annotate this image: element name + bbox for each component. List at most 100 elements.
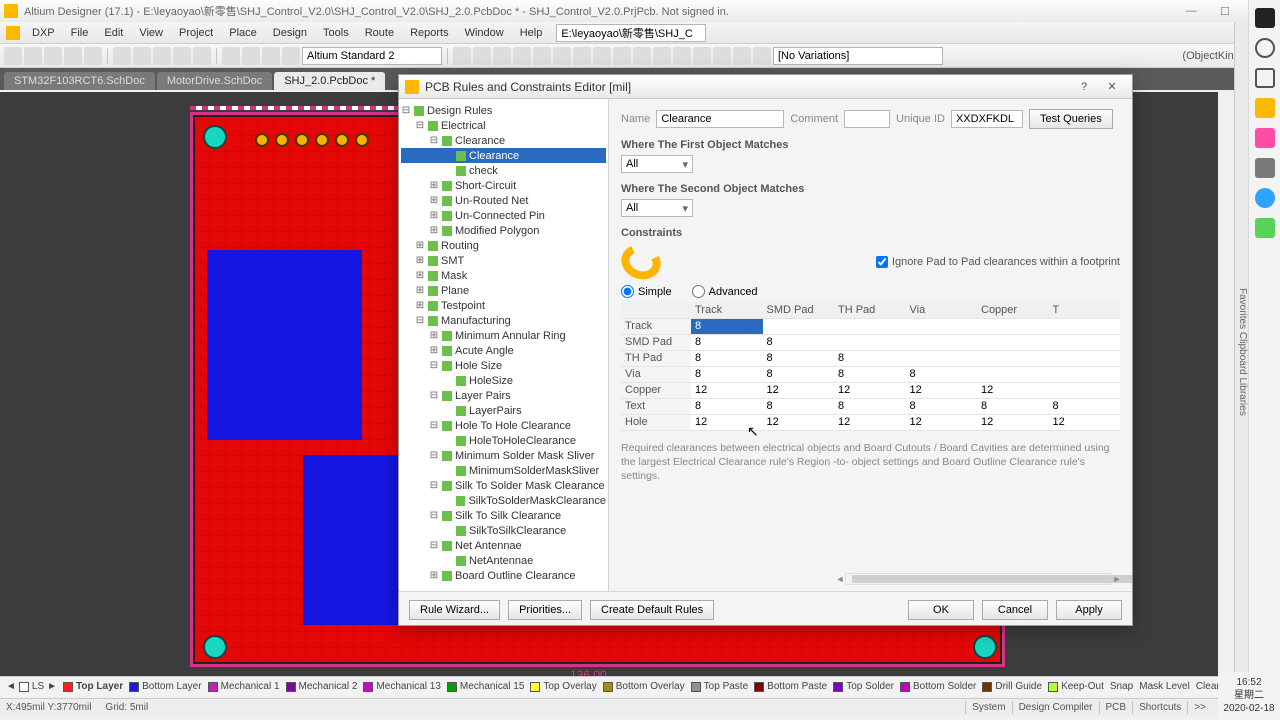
- clearance-cell[interactable]: [1049, 350, 1121, 366]
- tree-node[interactable]: LayerPairs: [401, 403, 606, 418]
- uid-input[interactable]: [951, 110, 1023, 128]
- toolbar-btn2-6[interactable]: [573, 47, 591, 65]
- layer-item[interactable]: Bottom Paste: [754, 681, 827, 692]
- status-button[interactable]: System: [965, 701, 1011, 714]
- menu-design[interactable]: Design: [265, 25, 315, 41]
- app-icon-1[interactable]: [1255, 128, 1275, 148]
- clearance-cell[interactable]: 12: [691, 382, 763, 398]
- altium-icon[interactable]: [1255, 98, 1275, 118]
- rule-wizard-button[interactable]: Rule Wizard...: [409, 600, 500, 620]
- toolbar-btn-11[interactable]: [242, 47, 260, 65]
- layer-bar[interactable]: ◄LS► Top Layer Bottom Layer Mechanical 1 Mec…: [0, 676, 1218, 696]
- win-start-icon[interactable]: [1255, 8, 1275, 28]
- col-header[interactable]: Track: [691, 302, 763, 318]
- table-hscrollbar[interactable]: ◄►: [845, 573, 1112, 585]
- toolbar-btn2-3[interactable]: [513, 47, 531, 65]
- clearance-cell[interactable]: 12: [834, 414, 906, 430]
- layer-item[interactable]: Top Overlay: [530, 681, 596, 692]
- tree-node[interactable]: ⊞Plane: [401, 283, 606, 298]
- system-clock[interactable]: 16:52 星期二 2020-02-18: [1218, 672, 1280, 720]
- test-queries-button[interactable]: Test Queries: [1029, 109, 1113, 129]
- toolbar-btn2-15[interactable]: [753, 47, 771, 65]
- layer-item[interactable]: Top Layer: [63, 681, 123, 692]
- browser-icon[interactable]: [1255, 188, 1275, 208]
- ok-button[interactable]: OK: [908, 600, 974, 620]
- clearance-cell[interactable]: 8: [906, 366, 978, 382]
- layer-item[interactable]: Bottom Layer: [129, 681, 201, 692]
- first-match-select[interactable]: All: [621, 155, 693, 173]
- tree-node[interactable]: SilkToSolderMaskClearance: [401, 493, 606, 508]
- tree-node[interactable]: check: [401, 163, 606, 178]
- layer-item[interactable]: Top Paste: [691, 681, 748, 692]
- toolbar-btn2-1[interactable]: [473, 47, 491, 65]
- menu-file[interactable]: File: [63, 25, 97, 41]
- menu-help[interactable]: Help: [512, 25, 551, 41]
- toolbar-btn2-13[interactable]: [713, 47, 731, 65]
- clearance-cell[interactable]: 12: [1049, 414, 1121, 430]
- clearance-cell[interactable]: [977, 334, 1049, 350]
- clearance-cell[interactable]: [834, 334, 906, 350]
- help-button[interactable]: ?: [1070, 81, 1098, 93]
- layer-item[interactable]: Bottom Overlay: [603, 681, 685, 692]
- clearance-cell[interactable]: [1049, 334, 1121, 350]
- layer-item[interactable]: Mechanical 13: [363, 681, 440, 692]
- tree-node[interactable]: ⊞Board Outline Clearance: [401, 568, 606, 583]
- tree-node[interactable]: ⊟Hole To Hole Clearance: [401, 418, 606, 433]
- clearance-cell[interactable]: 8: [834, 350, 906, 366]
- tree-node[interactable]: NetAntennae: [401, 553, 606, 568]
- clearance-cell[interactable]: 8: [691, 334, 763, 350]
- tree-node[interactable]: ⊟Manufacturing: [401, 313, 606, 328]
- toolbar-btn2-10[interactable]: [653, 47, 671, 65]
- tree-node[interactable]: ⊞Modified Polygon: [401, 223, 606, 238]
- tree-node[interactable]: ⊞Mask: [401, 268, 606, 283]
- clearance-cell[interactable]: 12: [691, 414, 763, 430]
- rules-tree[interactable]: ⊟Design Rules⊟Electrical⊟ClearanceCleara…: [399, 99, 609, 591]
- status-button[interactable]: PCB: [1099, 701, 1133, 714]
- menu-place[interactable]: Place: [221, 25, 265, 41]
- toolbar-btn-2[interactable]: [44, 47, 62, 65]
- toolbar-btn-6[interactable]: [133, 47, 151, 65]
- toolbar-btn2-0[interactable]: [453, 47, 471, 65]
- tree-node[interactable]: SilkToSilkClearance: [401, 523, 606, 538]
- path-box[interactable]: [556, 24, 706, 42]
- clearance-cell[interactable]: 8: [691, 366, 763, 382]
- layer-item[interactable]: ◄LS►: [6, 681, 57, 692]
- menu-dxp[interactable]: DXP: [24, 25, 63, 41]
- ignore-pad-checkbox-input[interactable]: [876, 256, 888, 268]
- taskview-icon[interactable]: [1255, 68, 1275, 88]
- clearance-cell[interactable]: 8: [834, 366, 906, 382]
- tree-node[interactable]: ⊞Short-Circuit: [401, 178, 606, 193]
- clearance-table[interactable]: TrackSMD PadTH PadViaCopperTTrack8SMD Pa…: [621, 302, 1120, 431]
- layer-item[interactable]: Top Solder: [833, 681, 894, 692]
- col-header[interactable]: Via: [906, 302, 978, 318]
- cancel-button[interactable]: Cancel: [982, 600, 1048, 620]
- clearance-cell[interactable]: 12: [977, 414, 1049, 430]
- tree-node[interactable]: Clearance: [401, 148, 606, 163]
- menu-route[interactable]: Route: [357, 25, 402, 41]
- tree-node[interactable]: ⊞Routing: [401, 238, 606, 253]
- menu-reports[interactable]: Reports: [402, 25, 457, 41]
- status-button[interactable]: >>: [1187, 701, 1212, 714]
- doc-tab[interactable]: MotorDrive.SchDoc: [157, 72, 272, 90]
- clearance-cell[interactable]: 8: [834, 398, 906, 414]
- toolbar-btn-5[interactable]: [113, 47, 131, 65]
- tree-node[interactable]: ⊞Un-Connected Pin: [401, 208, 606, 223]
- clearance-cell[interactable]: [977, 366, 1049, 382]
- clearance-cell[interactable]: [1049, 382, 1121, 398]
- clearance-cell[interactable]: 12: [977, 382, 1049, 398]
- clearance-cell[interactable]: 8: [691, 318, 763, 334]
- col-header[interactable]: T: [1049, 302, 1121, 318]
- toolbar-btn-0[interactable]: [4, 47, 22, 65]
- apply-button[interactable]: Apply: [1056, 600, 1122, 620]
- clearance-cell[interactable]: [977, 350, 1049, 366]
- minimize-button[interactable]: —: [1174, 1, 1208, 21]
- layer-item[interactable]: Mechanical 1: [208, 681, 280, 692]
- status-button[interactable]: Shortcuts: [1132, 701, 1187, 714]
- layer-item[interactable]: Bottom Solder: [900, 681, 976, 692]
- toolbar-btn-13[interactable]: [282, 47, 300, 65]
- search-icon[interactable]: [1255, 38, 1275, 58]
- clearance-cell[interactable]: 12: [906, 414, 978, 430]
- clearance-cell[interactable]: 8: [1049, 398, 1121, 414]
- second-match-select[interactable]: All: [621, 199, 693, 217]
- clearance-cell[interactable]: [763, 318, 835, 334]
